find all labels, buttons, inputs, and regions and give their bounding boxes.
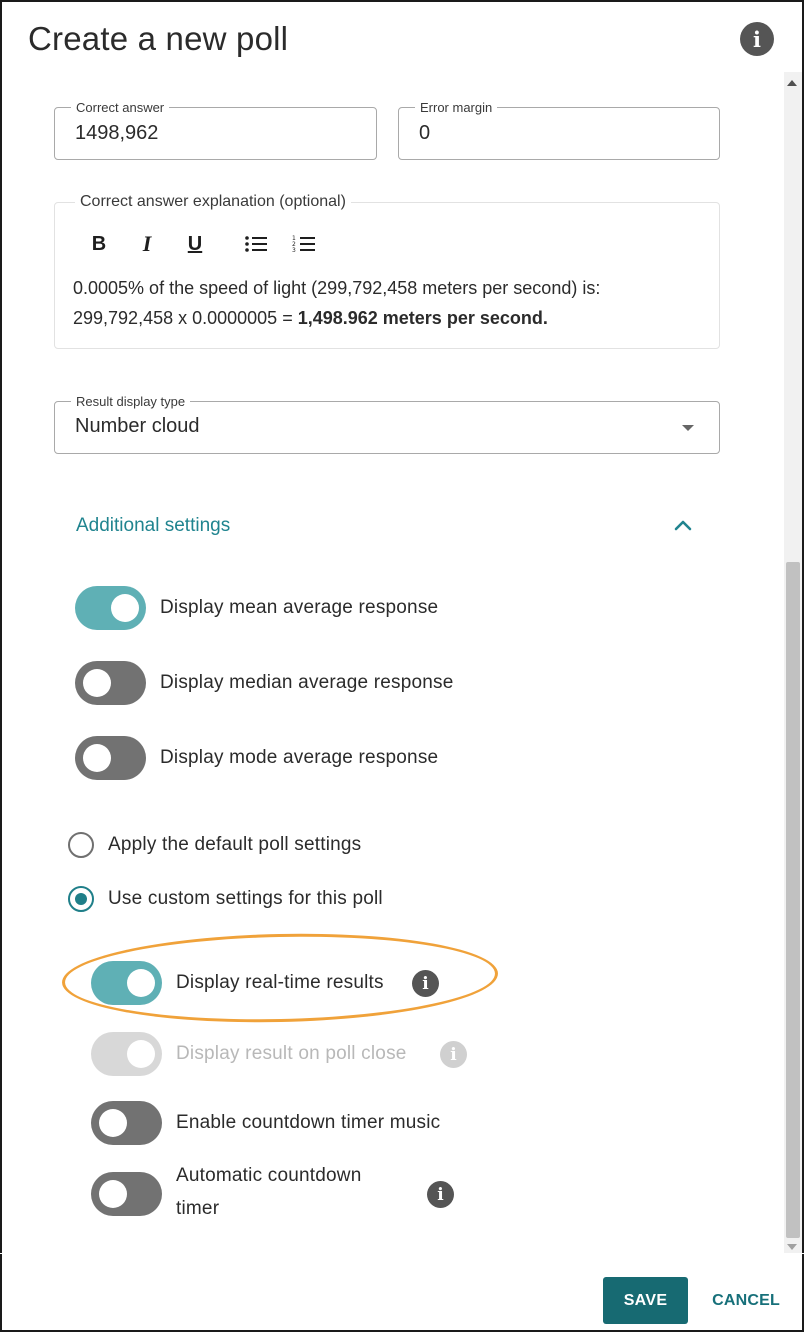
default-settings-radio[interactable] (68, 832, 94, 858)
toggle-knob (111, 594, 139, 622)
editor-toolbar: B I U 1 2 3 (85, 231, 339, 257)
chevron-up-icon[interactable] (672, 516, 694, 534)
median-average-toggle[interactable] (75, 661, 146, 705)
automatic-countdown-toggle[interactable] (91, 1172, 162, 1216)
explanation-editor[interactable]: Correct answer explanation (optional) B … (54, 193, 720, 349)
scrollbar-thumb[interactable] (786, 562, 800, 1238)
toggle-knob (83, 669, 111, 697)
mean-average-toggle[interactable] (75, 586, 146, 630)
result-on-close-info-icon: i (440, 1041, 467, 1068)
explanation-line-1: 0.0005% of the speed of light (299,792,4… (73, 278, 601, 298)
cancel-button[interactable]: CANCEL (706, 1277, 786, 1324)
toggle-knob (99, 1109, 127, 1137)
toggle-knob (83, 744, 111, 772)
median-average-label: Display median average response (160, 672, 454, 693)
bold-button[interactable]: B (85, 231, 113, 257)
custom-settings-label: Use custom settings for this poll (108, 888, 383, 909)
mode-average-toggle[interactable] (75, 736, 146, 780)
result-display-label: Result display type (71, 394, 191, 409)
page-title: Create a new poll (28, 20, 289, 57)
footer-divider (0, 1253, 804, 1254)
scroll-down-arrow-icon[interactable] (787, 1244, 797, 1250)
correct-answer-label: Correct answer (71, 100, 170, 115)
countdown-music-label: Enable countdown timer music (176, 1112, 441, 1133)
italic-button[interactable]: I (133, 231, 161, 257)
automatic-countdown-label-line-2: timer (176, 1198, 220, 1219)
countdown-music-toggle[interactable] (91, 1101, 162, 1145)
explanation-line-2: 299,792,458 x 0.0000005 = 1,498.962 mete… (73, 303, 713, 333)
explanation-line-2-plain: 299,792,458 x 0.0000005 = (73, 308, 298, 328)
correct-answer-field[interactable]: Correct answer 1498,962 (54, 100, 377, 160)
scroll-up-arrow-icon[interactable] (787, 80, 797, 86)
explanation-text[interactable]: 0.0005% of the speed of light (299,792,4… (73, 273, 713, 333)
error-margin-field[interactable]: Error margin 0 (398, 100, 720, 160)
explanation-line-2-bold: 1,498.962 meters per second. (297, 308, 548, 328)
custom-settings-radio[interactable] (68, 886, 94, 912)
mean-average-label: Display mean average response (160, 597, 439, 618)
result-display-select[interactable]: Result display type Number cloud (54, 394, 720, 454)
dropdown-caret-icon[interactable] (682, 425, 694, 431)
additional-settings-toggle[interactable]: Additional settings (76, 515, 230, 537)
numbered-list-icon[interactable]: 1 2 3 (291, 231, 317, 257)
bulleted-list-icon[interactable] (243, 231, 269, 257)
underline-button[interactable]: U (181, 231, 209, 257)
result-on-close-label: Display result on poll close (176, 1043, 407, 1064)
mode-average-label: Display mode average response (160, 747, 439, 768)
toggle-knob (99, 1180, 127, 1208)
correct-answer-input[interactable]: 1498,962 (75, 122, 158, 145)
default-settings-label: Apply the default poll settings (108, 834, 362, 855)
error-margin-input[interactable]: 0 (419, 122, 430, 145)
info-icon[interactable]: i (740, 22, 774, 56)
result-on-close-toggle (91, 1032, 162, 1076)
result-display-value: Number cloud (75, 415, 200, 437)
automatic-countdown-label-line-1: Automatic countdown (176, 1165, 362, 1186)
toggle-knob (127, 1040, 155, 1068)
error-margin-label: Error margin (415, 100, 498, 115)
save-button[interactable]: SAVE (603, 1277, 688, 1324)
automatic-countdown-info-icon[interactable]: i (427, 1181, 454, 1208)
explanation-label: Correct answer explanation (optional) (75, 193, 351, 211)
svg-text:3: 3 (292, 247, 296, 254)
